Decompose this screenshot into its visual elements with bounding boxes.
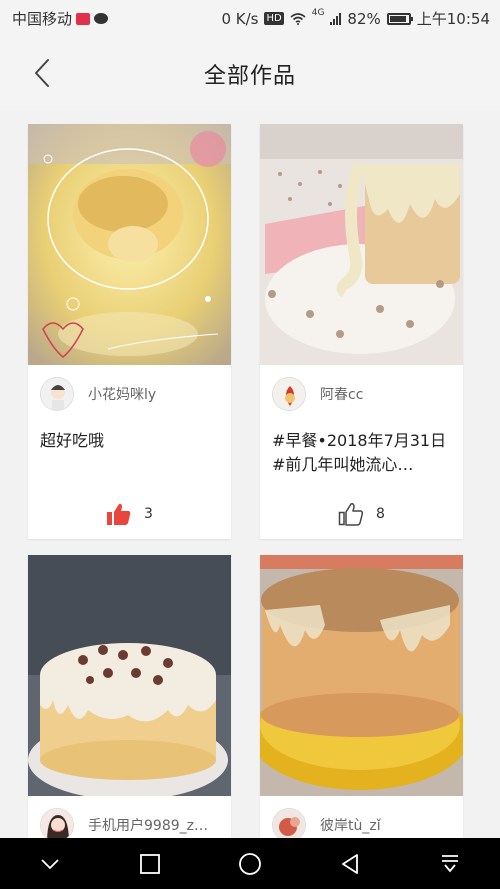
status-bar: 中国移动 0 K/s HD 4G 82% 上午10:54: [0, 0, 500, 36]
battery-percent: 82%: [347, 9, 381, 28]
work-author[interactable]: 阿春cc: [272, 377, 363, 411]
battery-icon: [386, 12, 413, 25]
hide-nav-button[interactable]: [32, 846, 68, 882]
carrier-label: 中国移动: [12, 10, 73, 28]
triangle-back-icon: [342, 853, 358, 874]
author-name: 阿春cc: [320, 387, 364, 403]
work-card[interactable]: 手机用户9989_z…: [28, 555, 231, 845]
avatar[interactable]: [40, 377, 74, 411]
work-card[interactable]: 彼岸tù_zǐ: [260, 555, 463, 845]
work-description: #早餐•2018年7月31日#前几年叫她流心…: [272, 431, 447, 474]
chat-notification-icon: [94, 13, 109, 24]
system-nav-bar: [0, 838, 500, 889]
hd-badge: HD: [264, 12, 284, 25]
chevron-down-icon: [41, 858, 59, 869]
work-author[interactable]: 小花妈咪ly: [40, 377, 156, 411]
status-left: 中国移动: [12, 8, 109, 29]
work-photo[interactable]: [28, 124, 231, 365]
page-title: 全部作品: [203, 64, 296, 89]
author-name: 小花妈咪ly: [88, 387, 157, 403]
message-notification-icon: [76, 12, 91, 25]
work-card[interactable]: 小花妈咪ly 超好吃哦 3: [28, 124, 231, 539]
back-nav-button[interactable]: [332, 846, 368, 882]
work-card[interactable]: 阿春cc #早餐•2018年7月31日#前几年叫她流心… 8: [260, 124, 463, 539]
status-right: 0 K/s HD 4G 82% 上午10:54: [221, 8, 490, 29]
thumbs-up-icon: [107, 503, 131, 525]
like-button[interactable]: 3: [28, 502, 231, 526]
wifi-icon: [290, 12, 306, 25]
like-button[interactable]: 8: [260, 502, 463, 526]
square-icon: [140, 853, 160, 874]
work-photo[interactable]: [28, 555, 231, 796]
home-button[interactable]: [232, 846, 268, 882]
author-name: 彼岸tù_zǐ: [320, 818, 381, 834]
work-author[interactable]: 彼岸tù_zǐ: [272, 808, 381, 842]
thumbs-up-outline-icon: [338, 503, 364, 526]
signal-icon: [330, 12, 342, 25]
like-count: 8: [376, 506, 385, 522]
work-description: 超好吃哦: [40, 431, 105, 450]
author-name: 手机用户9989_z…: [88, 818, 208, 834]
avatar[interactable]: [272, 377, 306, 411]
avatar[interactable]: [40, 808, 74, 842]
header: 全部作品: [0, 36, 500, 110]
network-type: 4G: [311, 8, 325, 18]
circle-icon: [239, 852, 261, 875]
avatar[interactable]: [272, 808, 306, 842]
pull-down-icon: [442, 854, 458, 872]
work-photo[interactable]: [260, 555, 463, 796]
recents-button[interactable]: [132, 846, 168, 882]
work-photo[interactable]: [260, 124, 463, 365]
network-speed: 0 K/s: [221, 9, 259, 28]
notification-pull-button[interactable]: [432, 846, 468, 882]
work-author[interactable]: 手机用户9989_z…: [40, 808, 208, 842]
like-count: 3: [144, 506, 153, 522]
clock: 上午10:54: [416, 10, 490, 28]
